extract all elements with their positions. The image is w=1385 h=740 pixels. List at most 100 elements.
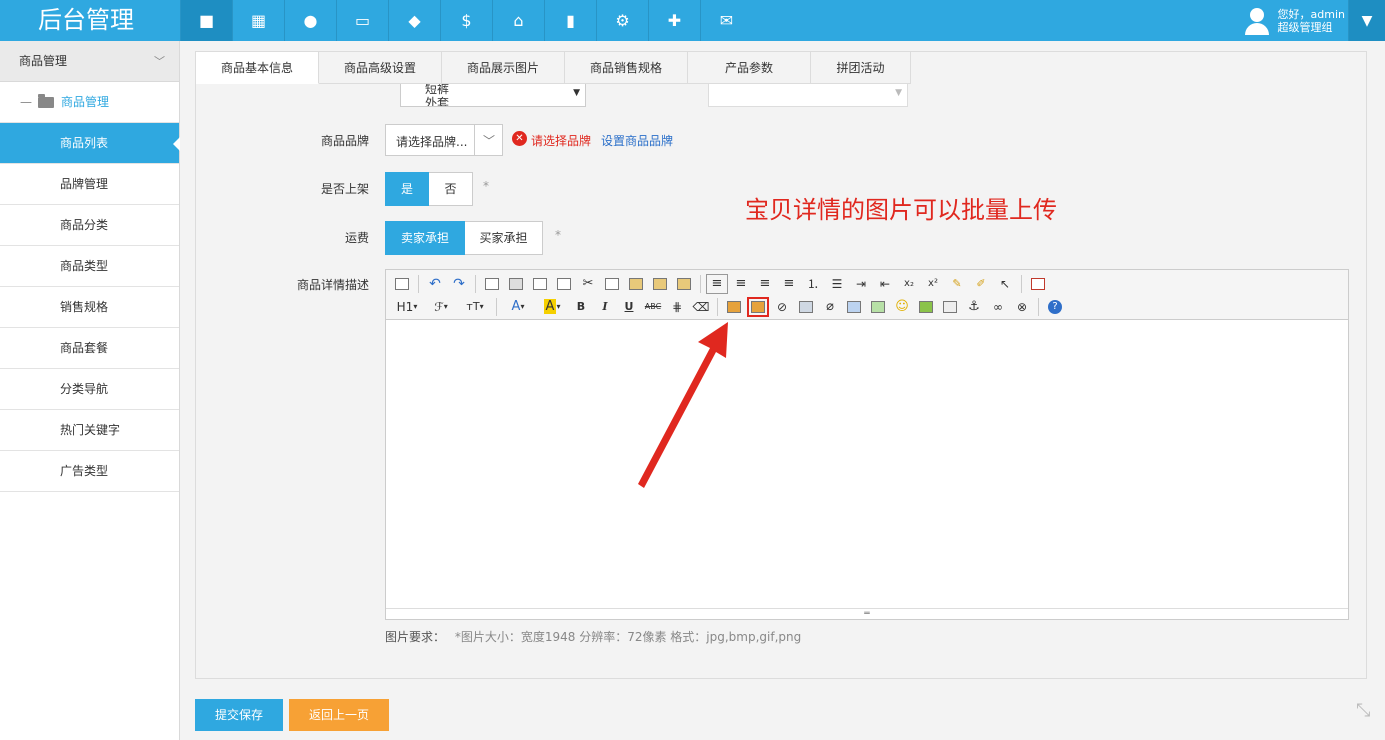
eraser-icon[interactable]: ⌫ <box>690 297 712 317</box>
sidebar-item-category[interactable]: 商品分类 <box>0 205 179 246</box>
brand-error-text: 请选择品牌 <box>531 134 592 148</box>
nav-monitor-icon[interactable]: ▭ <box>336 0 388 41</box>
sidebar-group-goods[interactable]: 商品管理 ﹀ <box>0 41 179 82</box>
sidebar-item-type[interactable]: 商品类型 <box>0 246 179 287</box>
emoticon-icon[interactable]: ☺ <box>891 297 913 317</box>
category-select-2[interactable]: ▼ <box>708 84 908 107</box>
font-family-dropdown[interactable]: ℱ ▾ <box>425 297 457 317</box>
align-center-icon[interactable]: ≡ <box>730 274 752 294</box>
expand-icon[interactable]: ⤡ <box>1356 700 1376 721</box>
top-nav: ■ ▦ ● ▭ ◆ $ ⌂ ▮ ⚙ ✚ ✉ <box>180 0 752 41</box>
align-right-icon[interactable]: ≡ <box>754 274 776 294</box>
sidebar-item-nav[interactable]: 分类导航 <box>0 369 179 410</box>
top-bar: 后台管理 ■ ▦ ● ▭ ◆ $ ⌂ ▮ ⚙ ✚ ✉ 您好，admin 超级管理… <box>0 0 1385 41</box>
sidebar-item-package[interactable]: 商品套餐 <box>0 328 179 369</box>
bg-color-dropdown[interactable]: A ▾ <box>536 297 568 317</box>
template-icon[interactable] <box>529 274 551 294</box>
link-icon[interactable]: ∞ <box>987 297 1009 317</box>
nav-puzzle-icon[interactable]: ✚ <box>648 0 700 41</box>
nav-bar-chart-icon[interactable]: ▮ <box>544 0 596 41</box>
sidebar-item-ad-type[interactable]: 广告类型 <box>0 451 179 492</box>
tab-images[interactable]: 商品展示图片 <box>442 52 565 84</box>
batch-upload-image-icon[interactable] <box>747 296 769 317</box>
user-info[interactable]: 您好，admin 超级管理组 <box>1244 0 1345 41</box>
tag-icon: ◆ <box>408 11 421 30</box>
sidebar-item-brand[interactable]: 品牌管理 <box>0 164 179 205</box>
table-icon[interactable] <box>843 297 865 317</box>
back-button[interactable]: 返回上一页 <box>289 699 389 731</box>
submit-save-button[interactable]: 提交保存 <box>195 699 283 731</box>
font-color-dropdown[interactable]: A ▾ <box>502 297 534 317</box>
brand-select[interactable]: 请选择品牌... ﹀ <box>385 124 503 156</box>
media-icon[interactable] <box>795 297 817 317</box>
nav-tag-icon[interactable]: ◆ <box>388 0 440 41</box>
unlink-icon[interactable]: ⊗ <box>1011 297 1033 317</box>
indent-icon[interactable]: ⇥ <box>850 274 872 294</box>
unordered-list-icon[interactable]: ☰ <box>826 274 848 294</box>
tab-basic-info[interactable]: 商品基本信息 <box>196 52 319 84</box>
freight-seller-button[interactable]: 卖家承担 <box>385 221 465 255</box>
nav-money-bag-icon[interactable]: $ <box>440 0 492 41</box>
tab-params[interactable]: 产品参数 <box>688 52 811 84</box>
clear-format-icon[interactable]: ✎ <box>946 274 968 294</box>
tab-bar: 商品基本信息 商品高级设置 商品展示图片 商品销售规格 产品参数 拼团活动 <box>196 52 911 84</box>
user-menu-toggle[interactable]: ▼ <box>1348 0 1385 41</box>
undo-icon[interactable]: ↶ <box>424 274 446 294</box>
preview-icon[interactable] <box>481 274 503 294</box>
tab-group-buy[interactable]: 拼团活动 <box>811 52 911 84</box>
align-justify-icon[interactable]: ≡ <box>778 274 800 294</box>
subscript-icon[interactable]: x₂ <box>898 274 920 294</box>
align-left-icon[interactable]: ≡ <box>706 273 728 294</box>
nav-user-icon[interactable]: ● <box>284 0 336 41</box>
strikethrough-icon[interactable]: ABC <box>642 297 664 317</box>
onsale-yes-button[interactable]: 是 <box>385 172 429 206</box>
flash-icon[interactable]: ⊘ <box>771 297 793 317</box>
onsale-no-button[interactable]: 否 <box>429 172 473 206</box>
sidebar-item-spec[interactable]: 销售规格 <box>0 287 179 328</box>
paste-word-icon[interactable] <box>673 274 695 294</box>
nav-bag-icon[interactable]: ■ <box>180 0 232 41</box>
underline-icon[interactable]: U <box>618 297 640 317</box>
print-icon[interactable] <box>505 274 527 294</box>
sidebar-subgroup-goods[interactable]: — 商品管理 <box>0 82 179 123</box>
code-icon[interactable] <box>553 274 575 294</box>
redo-icon[interactable]: ↷ <box>448 274 470 294</box>
tab-sales-spec[interactable]: 商品销售规格 <box>565 52 688 84</box>
nav-store-icon[interactable]: ▦ <box>232 0 284 41</box>
cut-icon[interactable]: ✂ <box>577 274 599 294</box>
italic-icon[interactable]: I <box>594 297 616 317</box>
attachment-icon[interactable]: ⌀ <box>819 297 841 317</box>
horizontal-rule-icon[interactable]: ⋕ <box>666 297 688 317</box>
freight-buyer-button[interactable]: 买家承担 <box>465 221 543 255</box>
set-brand-link[interactable]: 设置商品品牌 <box>601 132 673 149</box>
help-icon[interactable]: ? <box>1044 297 1066 317</box>
nav-chat-icon[interactable]: ✉ <box>700 0 752 41</box>
page-break-icon[interactable] <box>939 297 961 317</box>
editor-resize-handle[interactable]: ═ <box>386 608 1348 620</box>
source-icon[interactable] <box>391 274 413 294</box>
sidebar-item-keywords[interactable]: 热门关键字 <box>0 410 179 451</box>
nav-gear-icon[interactable]: ⚙ <box>596 0 648 41</box>
font-size-dropdown[interactable]: тT ▾ <box>459 297 491 317</box>
nav-home-icon[interactable]: ⌂ <box>492 0 544 41</box>
editor-content-area[interactable] <box>386 320 1348 608</box>
insert-image-icon[interactable] <box>723 297 745 317</box>
sidebar-item-goods-list[interactable]: 商品列表 <box>0 123 180 164</box>
category-select-1[interactable]: 短裤 外套 ▼ <box>400 84 586 107</box>
paste-icon[interactable] <box>625 274 647 294</box>
select-all-icon[interactable]: ↖ <box>994 274 1016 294</box>
superscript-icon[interactable]: x² <box>922 274 944 294</box>
insert-row-icon[interactable] <box>867 297 889 317</box>
paste-text-icon[interactable] <box>649 274 671 294</box>
fullscreen-icon[interactable] <box>1027 274 1049 294</box>
ordered-list-icon[interactable]: ⒈ <box>802 274 824 294</box>
outdent-icon[interactable]: ⇤ <box>874 274 896 294</box>
bold-icon[interactable]: B <box>570 297 592 317</box>
format-painter-icon[interactable]: ✐ <box>970 274 992 294</box>
image-gallery-icon[interactable] <box>915 297 937 317</box>
sidebar: 商品管理 ﹀ — 商品管理 商品列表 品牌管理 商品分类 商品类型 销售规格 商… <box>0 41 180 740</box>
heading-dropdown[interactable]: H1 ▾ <box>391 297 423 317</box>
copy-icon[interactable] <box>601 274 623 294</box>
anchor-icon[interactable]: ⚓ <box>963 297 985 317</box>
tab-advanced[interactable]: 商品高级设置 <box>319 52 442 84</box>
